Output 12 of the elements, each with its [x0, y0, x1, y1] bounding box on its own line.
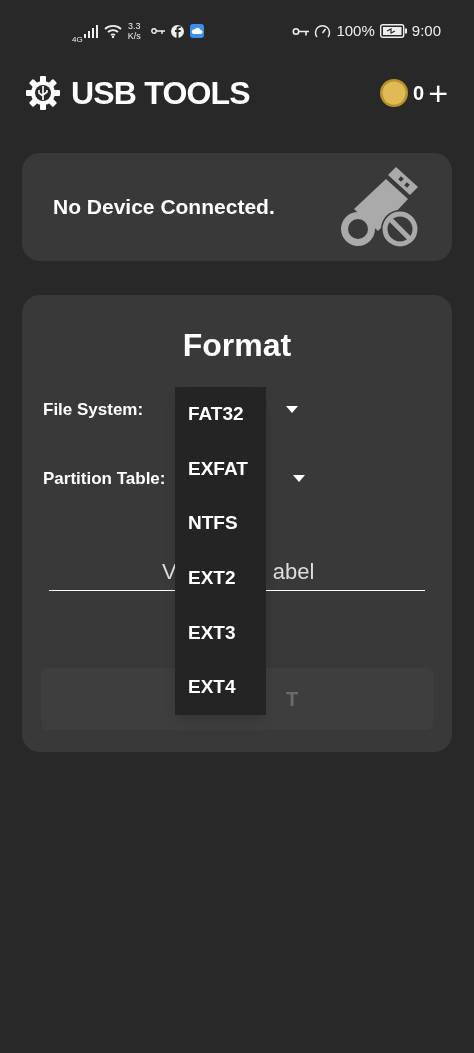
app-title: USB TOOLS — [71, 74, 250, 113]
speed-value: 3.3 — [127, 21, 141, 31]
battery-percent: 100% — [336, 20, 375, 41]
coin-count: 0 — [413, 81, 425, 106]
format-heading: Format — [182, 326, 292, 365]
field-label: File System: — [43, 399, 144, 421]
network-type: 4G — [72, 34, 83, 46]
clock-time: 9:00 — [411, 20, 441, 41]
placeholder-text: abel — [272, 558, 315, 586]
field-label: Partition Table: — [43, 467, 166, 490]
no-device-message: No Device Connected. — [53, 194, 275, 221]
speed-unit: K/s — [127, 31, 141, 41]
